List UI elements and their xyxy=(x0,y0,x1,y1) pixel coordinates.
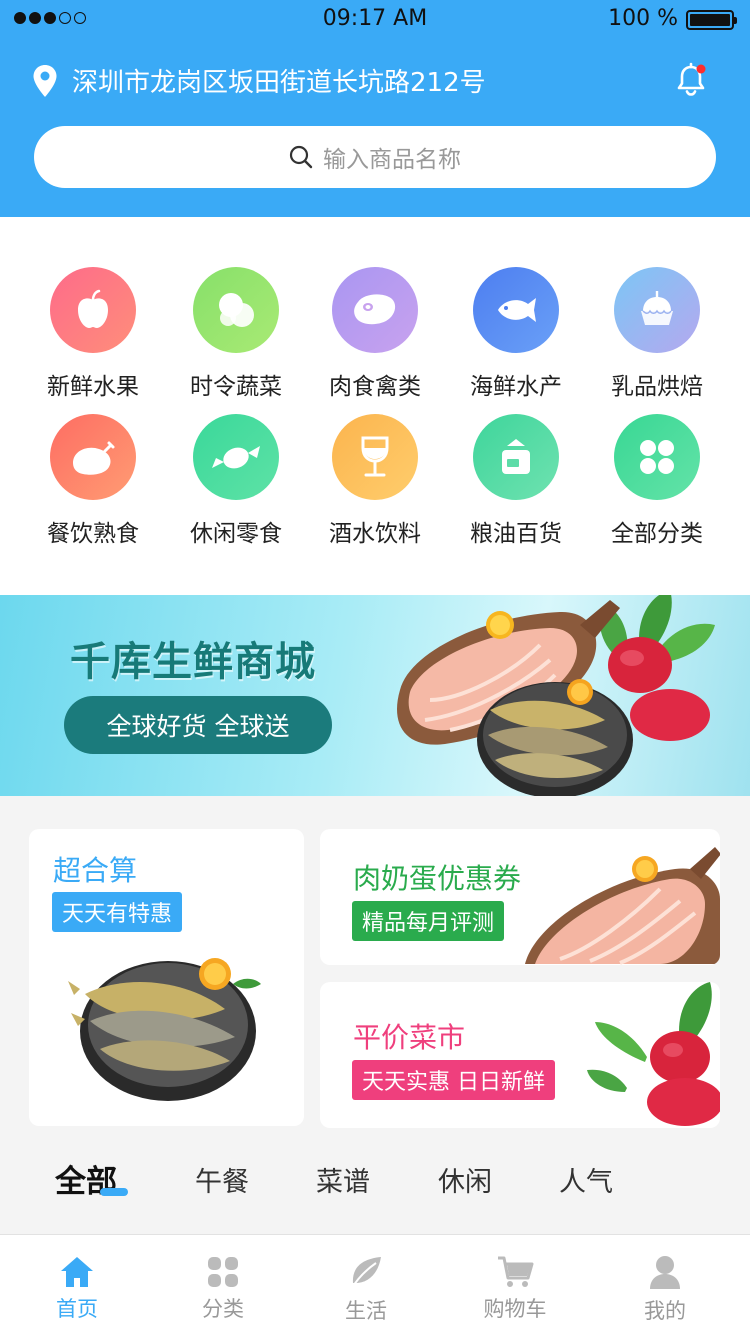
banner-title: 千库生鲜商城 xyxy=(70,639,316,685)
nav-cart[interactable]: 购物车 xyxy=(460,1255,570,1323)
tab-popular[interactable]: 人气 xyxy=(559,1160,613,1199)
vegetable-icon xyxy=(193,267,279,353)
promo-card-market[interactable]: 平价菜市 天天实惠 日日新鲜 xyxy=(320,982,720,1128)
tab-recipes[interactable]: 菜谱 xyxy=(316,1160,370,1199)
status-bar: 09:17 AM 100 % xyxy=(0,0,750,38)
address-text: 深圳市龙岗区坂田街道长坑路212号 xyxy=(72,68,486,98)
category-seafood[interactable]: 海鲜水产 xyxy=(446,267,586,401)
nav-label: 购物车 xyxy=(483,1297,547,1321)
meat-icon xyxy=(332,267,418,353)
battery-icon xyxy=(686,10,737,30)
user-icon xyxy=(650,1256,680,1289)
radish-illustration xyxy=(587,982,720,1126)
category-vegetable[interactable]: 时令蔬菜 xyxy=(166,267,306,401)
promo-title: 超合算 xyxy=(53,854,138,887)
promo-tag: 精品每月评测 xyxy=(352,901,505,941)
category-grid-icon xyxy=(208,1257,238,1287)
nav-label: 分类 xyxy=(202,1297,244,1321)
grid-clover-icon xyxy=(614,414,700,500)
nav-life[interactable]: 生活 xyxy=(311,1255,421,1325)
category-label: 休闲零食 xyxy=(190,521,282,547)
apple-icon xyxy=(50,267,136,353)
category-label: 粮油百货 xyxy=(470,521,562,547)
app-header: 09:17 AM 100 % 深圳市龙岗区坂田街道长坑路212号 输入商品名称 xyxy=(0,0,750,217)
fish-plate-illustration xyxy=(68,958,261,1101)
category-dairy-bakery[interactable]: 乳品烘焙 xyxy=(587,267,727,401)
rice-bag-icon xyxy=(473,414,559,500)
promo-card-coupon[interactable]: 肉奶蛋优惠券 精品每月评测 xyxy=(320,829,720,965)
search-placeholder: 输入商品名称 xyxy=(323,147,461,173)
category-label: 海鲜水产 xyxy=(470,374,562,400)
battery-percent: 100 % xyxy=(608,6,678,31)
search-icon xyxy=(289,145,313,169)
category-label: 乳品烘焙 xyxy=(611,374,703,400)
category-grid: 新鲜水果 时令蔬菜 肉食禽类 海鲜水产 乳品烘焙 餐饮熟食 休闲零食 酒水饮料 … xyxy=(0,217,750,595)
category-drinks[interactable]: 酒水饮料 xyxy=(305,414,445,548)
feed-tabs: 全部 午餐 菜谱 休闲 人气 xyxy=(0,1130,750,1230)
notification-bell-icon[interactable] xyxy=(674,62,708,98)
bottom-navigation: 首页 分类 生活 购物车 我的 xyxy=(0,1234,750,1334)
nav-home[interactable]: 首页 xyxy=(22,1255,132,1323)
category-grocery[interactable]: 粮油百货 xyxy=(446,414,586,548)
category-deli[interactable]: 餐饮熟食 xyxy=(23,414,163,548)
salmon-board-illustration xyxy=(525,847,720,965)
category-label: 肉食禽类 xyxy=(329,374,421,400)
promo-card-deal[interactable]: 超合算 天天有特惠 xyxy=(29,829,304,1126)
nav-category[interactable]: 分类 xyxy=(168,1255,278,1323)
search-input[interactable]: 输入商品名称 xyxy=(34,126,716,188)
category-label: 餐饮熟食 xyxy=(47,521,139,547)
category-snacks[interactable]: 休闲零食 xyxy=(166,414,306,548)
cart-icon xyxy=(498,1256,534,1287)
promo-title: 平价菜市 xyxy=(353,1021,466,1054)
tab-lunch[interactable]: 午餐 xyxy=(195,1160,249,1199)
fish-icon xyxy=(473,267,559,353)
nav-label: 我的 xyxy=(644,1299,686,1323)
category-label: 新鲜水果 xyxy=(47,374,139,400)
category-fruit[interactable]: 新鲜水果 xyxy=(23,267,163,401)
cake-icon xyxy=(614,267,700,353)
category-label: 酒水饮料 xyxy=(329,521,421,547)
wine-glass-icon xyxy=(332,414,418,500)
location-pin-icon xyxy=(33,64,57,97)
candy-icon xyxy=(193,414,279,500)
nav-label: 生活 xyxy=(345,1299,387,1323)
promo-tag: 天天有特惠 xyxy=(52,892,183,932)
category-label: 时令蔬菜 xyxy=(190,374,282,400)
chicken-icon xyxy=(50,414,136,500)
active-tab-indicator xyxy=(100,1188,128,1196)
category-all[interactable]: 全部分类 xyxy=(587,414,727,548)
promo-banner[interactable]: 千库生鲜商城 全球好货 全球送 xyxy=(0,595,750,796)
leaf-icon xyxy=(351,1257,381,1289)
location-selector[interactable]: 深圳市龙岗区坂田街道长坑路212号 xyxy=(32,62,486,99)
promo-tag: 天天实惠 日日新鲜 xyxy=(352,1060,555,1100)
banner-button[interactable]: 全球好货 全球送 xyxy=(64,696,332,754)
nav-label: 首页 xyxy=(56,1297,98,1321)
tab-leisure[interactable]: 休闲 xyxy=(438,1160,492,1199)
home-icon xyxy=(61,1257,93,1287)
promo-title: 肉奶蛋优惠券 xyxy=(353,862,522,895)
category-meat[interactable]: 肉食禽类 xyxy=(305,267,445,401)
category-label: 全部分类 xyxy=(611,521,703,547)
fish-and-radish-illustration xyxy=(397,595,715,796)
nav-profile[interactable]: 我的 xyxy=(610,1255,720,1325)
